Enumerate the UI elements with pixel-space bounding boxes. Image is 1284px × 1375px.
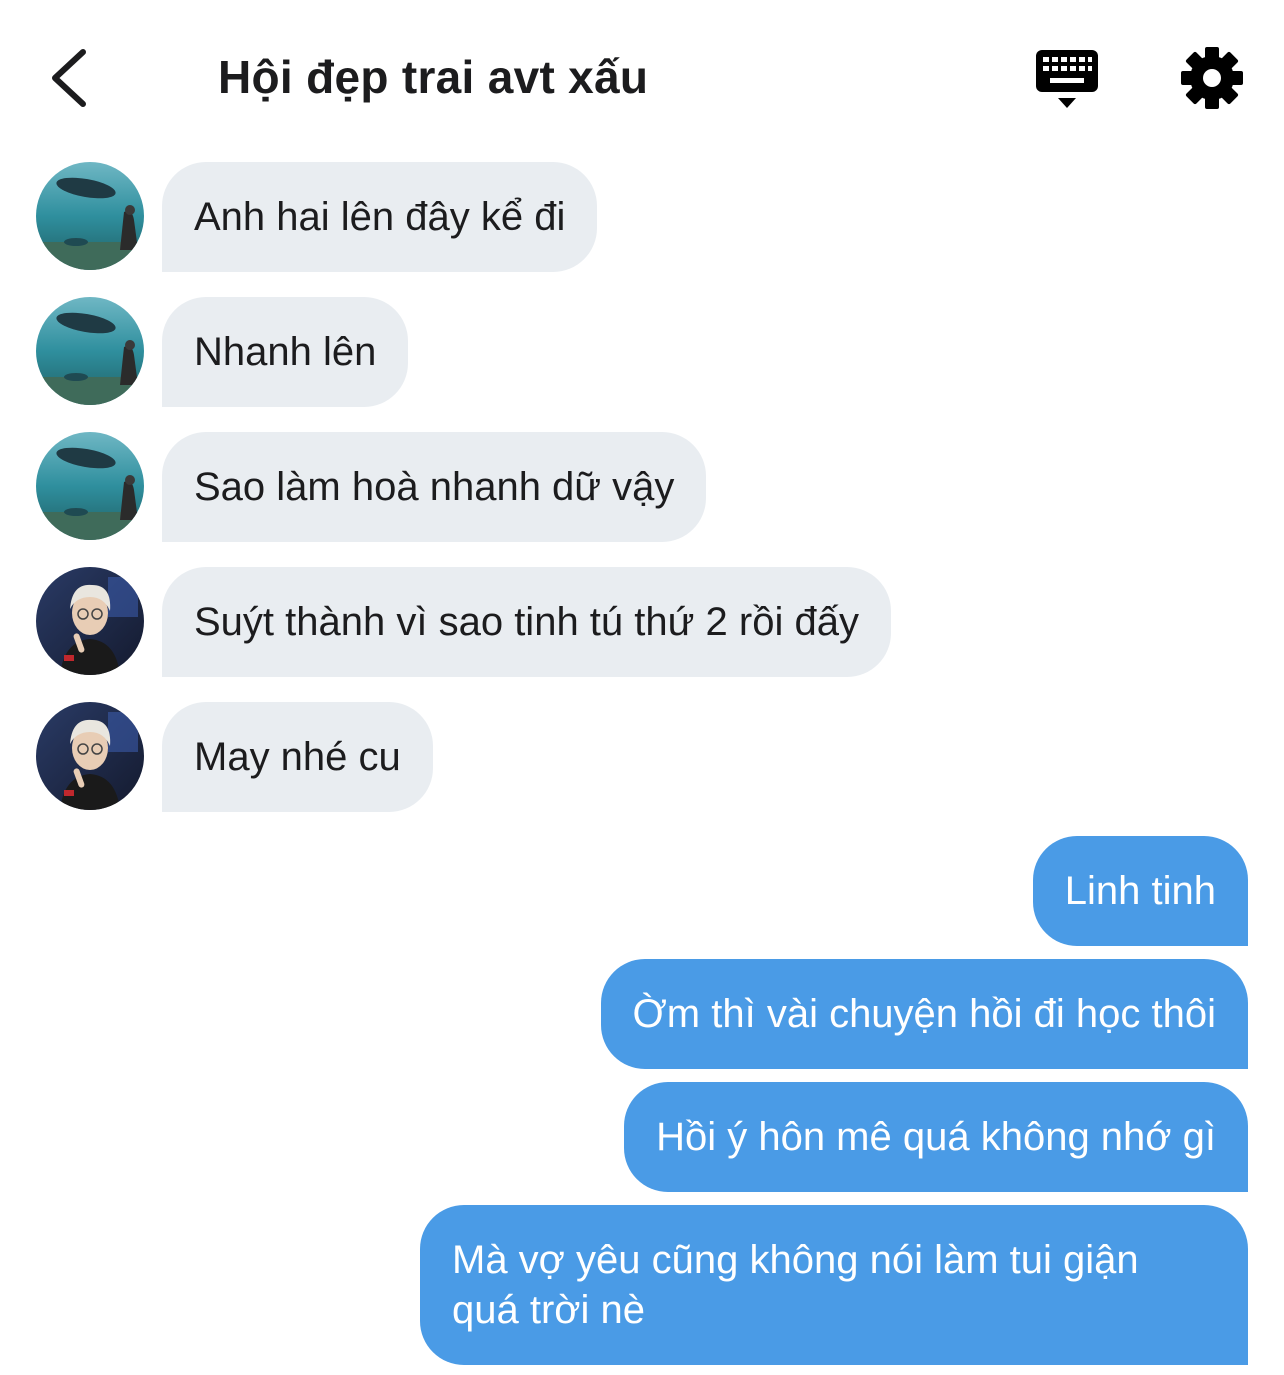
aquarium-avatar[interactable] (36, 297, 144, 405)
aquarium-avatar-image (36, 297, 144, 405)
aquarium-avatar[interactable] (36, 162, 144, 270)
gamer-avatar[interactable] (36, 702, 144, 810)
incoming-message-bubble[interactable]: Sao làm hoà nhanh dữ vậy (162, 432, 707, 542)
settings-button[interactable] (1178, 44, 1246, 112)
chat-title: Hội đẹp trai avt xấu (218, 51, 649, 103)
gamer-avatar[interactable] (36, 567, 144, 675)
outgoing-message-bubble[interactable]: Ờm thì vài chuyện hồi đi học thôi (600, 959, 1248, 1069)
chat-header: Hội đẹp trai avt xấu (0, 0, 1284, 150)
keyboard-button[interactable] (1032, 46, 1104, 114)
chevron-left-icon (52, 49, 86, 107)
keyboard-icon (1036, 50, 1098, 108)
back-button[interactable] (38, 40, 98, 116)
outgoing-message-bubble[interactable]: Linh tinh (1032, 836, 1248, 946)
incoming-message-bubble[interactable]: Suýt thành vì sao tinh tú thứ 2 rồi đấy (162, 567, 891, 677)
outgoing-message-bubble[interactable]: Mà vợ yêu cũng không nói làm tui giận qu… (420, 1205, 1248, 1365)
incoming-message-bubble[interactable]: Anh hai lên đây kể đi (162, 162, 598, 272)
incoming-message-bubble[interactable]: May nhé cu (162, 702, 433, 812)
aquarium-avatar-image (36, 162, 144, 270)
gamer-avatar-image (36, 702, 144, 810)
outgoing-message-bubble[interactable]: Hồi ý hôn mê quá không nhớ gì (624, 1082, 1248, 1192)
incoming-message-bubble[interactable]: Nhanh lên (162, 297, 409, 407)
gear-icon (1181, 47, 1243, 109)
gamer-avatar-image (36, 567, 144, 675)
aquarium-avatar[interactable] (36, 432, 144, 540)
aquarium-avatar-image (36, 432, 144, 540)
